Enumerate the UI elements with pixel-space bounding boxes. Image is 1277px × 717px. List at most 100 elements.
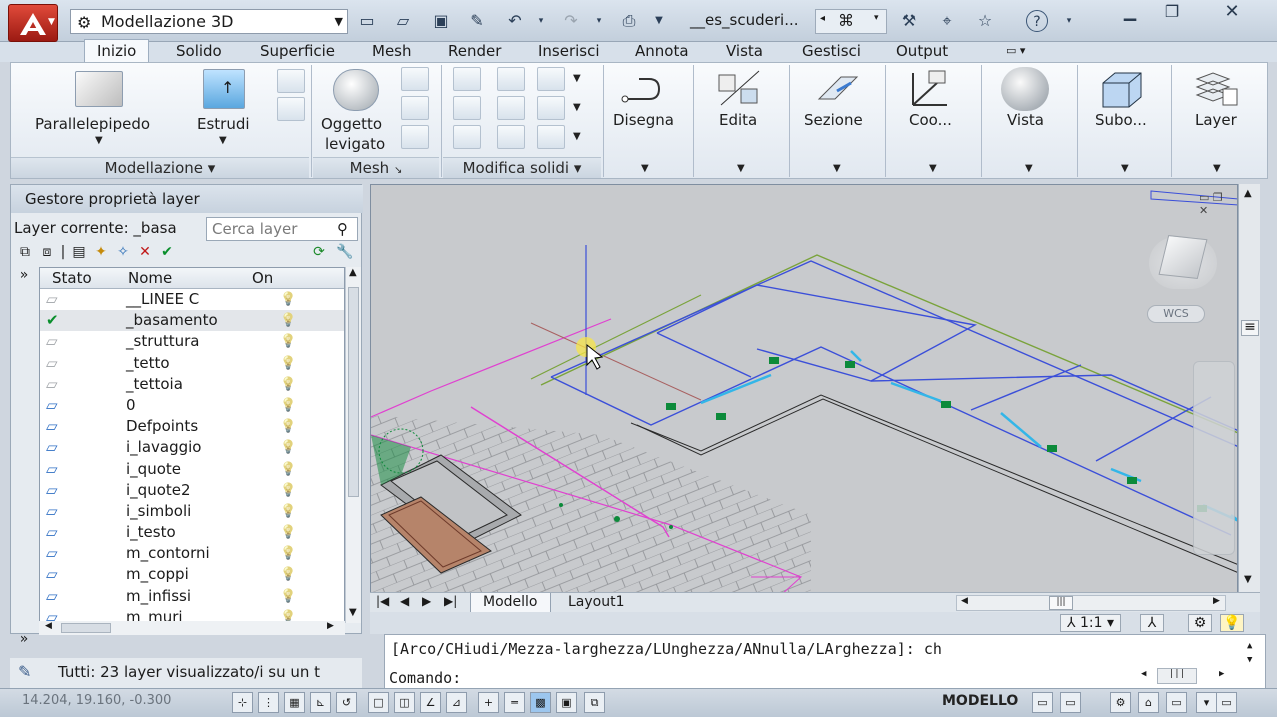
layer-name[interactable]: _struttura: [126, 331, 200, 352]
last-tab-icon[interactable]: ▶|: [444, 594, 457, 608]
3dosnap-icon[interactable]: ◫: [394, 692, 415, 713]
chevron-down-icon[interactable]: ▼: [573, 73, 581, 84]
ortho-icon[interactable]: ⊾: [310, 692, 331, 713]
layer-name[interactable]: _tettoia: [126, 374, 183, 395]
osnap-icon[interactable]: □: [368, 692, 389, 713]
mesh-remove-icon[interactable]: [401, 96, 429, 120]
viewport-hscroll[interactable]: ◀ ||| ▶: [956, 595, 1226, 611]
tab-vista[interactable]: Vista: [714, 42, 775, 62]
chevron-down-icon[interactable]: ▼: [641, 163, 649, 174]
chevron-down-icon[interactable]: ▼: [737, 163, 745, 174]
slice-icon[interactable]: [497, 96, 525, 120]
quick-view-drawings-icon[interactable]: ▭: [1060, 692, 1081, 713]
layer-state-icon[interactable]: ▱: [46, 395, 66, 416]
union-icon[interactable]: [453, 67, 481, 91]
scroll-down-icon[interactable]: ▼: [349, 607, 357, 618]
drawing-viewport[interactable]: WCS ▭ ❐ ✕: [370, 184, 1238, 594]
lightbulb-icon[interactable]: 💡: [280, 374, 296, 395]
first-tab-icon[interactable]: |◀: [376, 594, 389, 608]
layer-search-input[interactable]: Cerca layer: [206, 217, 358, 241]
lightbulb-icon[interactable]: 💡: [280, 522, 296, 543]
viewport-vscroll[interactable]: ▲ ≡ ▼: [1238, 184, 1260, 594]
tools-icon[interactable]: ⚒: [898, 10, 920, 32]
layer-state-icon[interactable]: ▱: [46, 480, 66, 501]
undo-icon[interactable]: ↶: [504, 10, 526, 32]
tab-render[interactable]: Render: [436, 42, 513, 62]
lightbulb-icon[interactable]: 💡: [280, 289, 296, 310]
disegna-button[interactable]: Disegna: [613, 111, 674, 129]
next-tab-icon[interactable]: ▶: [422, 594, 431, 608]
subobject-button[interactable]: Subo...: [1095, 111, 1147, 129]
star-icon[interactable]: ☆: [974, 10, 996, 32]
lock-icon[interactable]: ⌂: [1138, 692, 1159, 713]
scrollbar-thumb[interactable]: [61, 623, 111, 633]
application-menu-button[interactable]: ▼: [8, 4, 58, 42]
scroll-up-icon[interactable]: ▲: [1247, 641, 1252, 651]
prev-tab-icon[interactable]: ◀: [400, 594, 409, 608]
mesh-add-icon[interactable]: [401, 67, 429, 91]
lightbulb-icon[interactable]: 💡: [280, 480, 296, 501]
layer-state-icon[interactable]: ▱: [46, 459, 66, 480]
quick-view-layouts-icon[interactable]: ▭: [1032, 692, 1053, 713]
shell-icon[interactable]: [497, 67, 525, 91]
edita-button[interactable]: Edita: [719, 111, 757, 129]
layer-name[interactable]: m_coppi: [126, 564, 189, 585]
separate-icon[interactable]: [537, 125, 565, 149]
layer-name[interactable]: i_quote2: [126, 480, 191, 501]
layer-state-icon[interactable]: ▱: [46, 374, 66, 395]
layer-state-icon[interactable]: ▱: [46, 564, 66, 585]
satellite-icon[interactable]: ⌖: [936, 10, 958, 32]
infer-constraints-icon[interactable]: ⊹: [232, 692, 253, 713]
annotation-scale[interactable]: ⅄ 1:1 ▾: [1060, 614, 1122, 632]
layer-state-icon[interactable]: ▱: [46, 353, 66, 374]
layer-row[interactable]: ▱ __LINEE C 💡: [40, 289, 344, 310]
layer-state-icon[interactable]: ▤: [68, 242, 90, 262]
lightbulb-icon[interactable]: 💡: [280, 416, 296, 437]
current-layer-icon[interactable]: ✔: [46, 310, 66, 331]
layer-name[interactable]: _basamento: [126, 310, 218, 331]
status-menu-icon[interactable]: ▾: [1196, 692, 1217, 713]
annotation-visibility-icon[interactable]: ⅄: [1140, 614, 1164, 632]
layer-row[interactable]: ▱ _tetto 💡: [40, 353, 344, 374]
estrudi-button[interactable]: Estrudi: [197, 115, 250, 133]
saveas-icon[interactable]: ✎: [466, 10, 488, 32]
chevron-down-icon[interactable]: ▼: [1121, 163, 1129, 174]
new-layer-icon[interactable]: ✦: [90, 242, 112, 262]
dyn-icon[interactable]: +: [478, 692, 499, 713]
ducs-icon[interactable]: ⊿: [446, 692, 467, 713]
parallelepipedo-button[interactable]: Parallelepipedo: [35, 115, 150, 133]
viewport-controls[interactable]: ▭ ❐ ✕: [1199, 191, 1235, 217]
scroll-down-icon[interactable]: ▼: [1244, 574, 1252, 585]
scroll-down-icon[interactable]: ▼: [1247, 655, 1252, 665]
navigation-bar[interactable]: [1193, 361, 1235, 555]
layer-state-icon[interactable]: ▱: [46, 586, 66, 607]
chevron-down-icon[interactable]: ▼: [1025, 163, 1033, 174]
layer-row[interactable]: ▱ m_contorni 💡: [40, 543, 344, 564]
column-nome[interactable]: Nome: [128, 269, 172, 287]
settings-icon[interactable]: 🔧: [334, 242, 356, 262]
column-on[interactable]: On: [252, 269, 273, 287]
layer-name[interactable]: i_simboli: [126, 501, 191, 522]
undo-dropdown-icon[interactable]: ▾: [530, 10, 552, 32]
search-box[interactable]: ◂ ⌘ ▾: [815, 9, 887, 34]
layer-group-icon[interactable]: ⧈: [36, 242, 58, 262]
layer-name[interactable]: i_lavaggio: [126, 437, 201, 458]
expand-icon[interactable]: »: [11, 631, 37, 647]
restore-icon[interactable]: ❐: [1150, 2, 1194, 24]
command-window[interactable]: [Arco/CHiudi/Mezza-larghezza/LUnghezza/A…: [384, 634, 1266, 690]
tab-mesh[interactable]: Mesh: [360, 42, 424, 62]
chevron-down-icon[interactable]: ▼: [833, 163, 841, 174]
thicken-icon[interactable]: [497, 125, 525, 149]
tab-modello[interactable]: Modello: [470, 593, 551, 613]
workspace-switch-icon[interactable]: ⚙: [1188, 614, 1212, 632]
selection-cycling-icon[interactable]: ⧉: [584, 692, 605, 713]
redo-icon[interactable]: ↷: [560, 10, 582, 32]
scroll-right-icon[interactable]: ▶: [1219, 669, 1224, 679]
quick-properties-icon[interactable]: ▣: [556, 692, 577, 713]
scrollbar-thumb[interactable]: |||: [1049, 596, 1073, 610]
layer-filter-new-icon[interactable]: ⧉: [14, 242, 36, 262]
tab-layout1[interactable]: Layout1: [556, 593, 637, 613]
hardware-accel-icon[interactable]: ▭: [1166, 692, 1187, 713]
layer-name[interactable]: _tetto: [126, 353, 170, 374]
lightbulb-icon[interactable]: 💡: [280, 459, 296, 480]
